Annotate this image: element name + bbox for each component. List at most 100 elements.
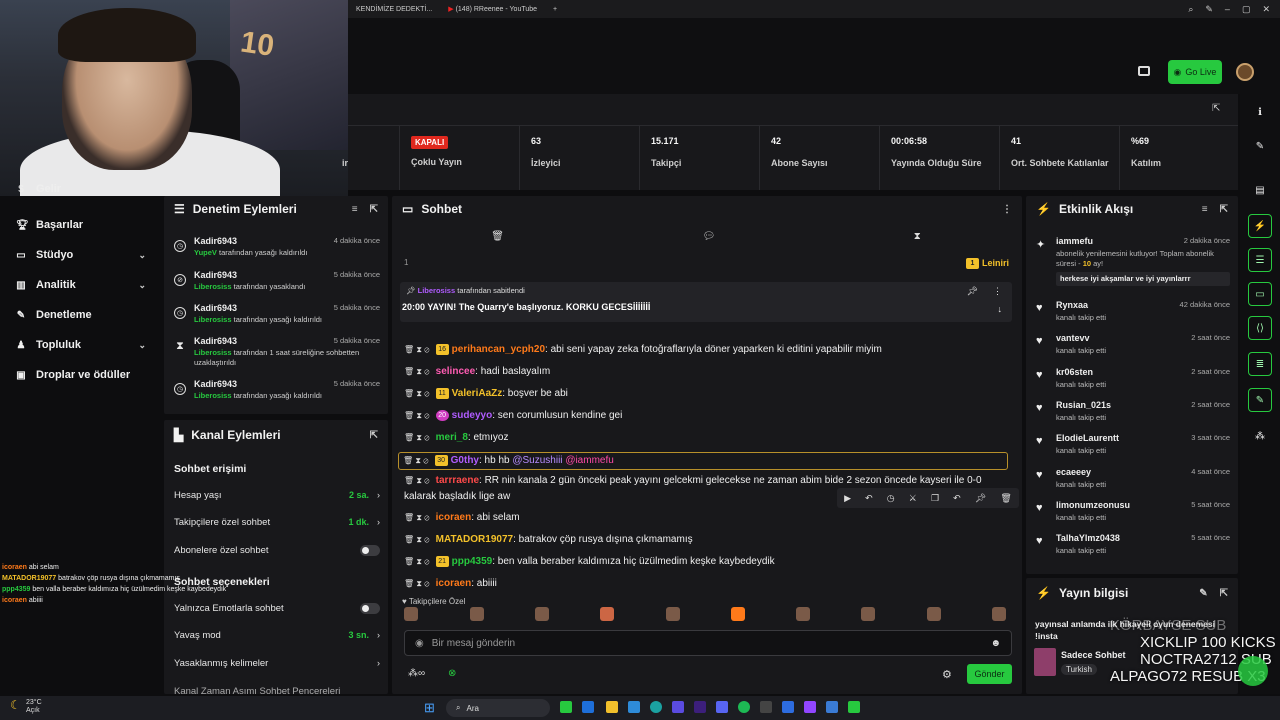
leaderboard-entry[interactable]: 1 Leiniri [966, 258, 1009, 270]
share-icon[interactable]: ⁂∞ [408, 668, 425, 679]
share-icon[interactable]: ⁂ [1248, 424, 1272, 448]
message-mod-tools[interactable]: 🗑︎ ⧗ ⊘ [404, 389, 432, 398]
taskbar-search[interactable]: ⌕ Ara [446, 699, 550, 717]
edge-icon[interactable] [650, 701, 662, 713]
app-icon[interactable] [760, 701, 772, 713]
audit-user[interactable]: Kadir6943 [194, 270, 237, 280]
audit-user[interactable]: Kadir6943 [194, 303, 237, 313]
message-mod-tools[interactable]: 🗑︎ ⧗ ⊘ [404, 345, 432, 354]
activity-user[interactable]: TalhaYlmz0438 [1056, 533, 1120, 543]
activity-user[interactable]: Rynxaa [1056, 300, 1088, 310]
more-icon[interactable]: ⋮ [993, 286, 1002, 297]
pinned-by-user[interactable]: Liberosiss [418, 286, 456, 295]
emoji-icon[interactable]: ☻ [990, 638, 1001, 649]
activity-user[interactable]: iammefu [1056, 236, 1093, 246]
avatar[interactable] [404, 607, 418, 621]
app-icon[interactable] [672, 701, 684, 713]
copy-icon[interactable]: ❐ [931, 493, 939, 504]
avatar[interactable] [731, 607, 745, 621]
list-icon[interactable]: ☰ [1248, 248, 1272, 272]
message-mod-tools[interactable]: 🗑︎ ⧗ ⊘ [403, 456, 431, 465]
browser-tab[interactable]: ▶ (148) RReenee - YouTube [440, 5, 545, 13]
avatar[interactable] [861, 607, 875, 621]
trash-icon[interactable]: 🗑︎ [1000, 493, 1011, 504]
arrow-down-icon[interactable]: ↓ [998, 304, 1003, 314]
avatar[interactable] [796, 607, 810, 621]
expand-icon[interactable]: ⇱ [370, 430, 378, 441]
emote-only-toggle[interactable] [360, 602, 380, 614]
chat-username[interactable]: perihancan_ycph20 [452, 344, 545, 355]
chat-input[interactable]: ◉ Bir mesaj gönderin ☻ [404, 630, 1012, 656]
close-icon[interactable]: ✕ [1262, 4, 1270, 15]
speech-icon[interactable]: 💬︎ [702, 231, 715, 242]
edit-icon[interactable]: ✎ [1248, 134, 1272, 158]
weather-widget[interactable]: 23°C Açık [26, 699, 42, 715]
chat-username[interactable]: selincee [436, 366, 475, 377]
chat-mention[interactable]: @iammefu [565, 455, 614, 466]
chat-username[interactable]: icoraen [436, 578, 472, 589]
chat-username[interactable]: sudeyyo [452, 410, 493, 421]
info-icon[interactable]: ℹ [1248, 100, 1272, 124]
weather-icon[interactable]: ☾ [10, 698, 21, 712]
spotify-icon[interactable] [738, 701, 750, 713]
audit-actor[interactable]: Liberosiss [194, 348, 232, 357]
slow-mode-row[interactable]: Yavaş mod 3 sn. › [174, 625, 380, 645]
task-view-icon[interactable] [582, 701, 594, 713]
activity-user[interactable]: Rusian_021s [1056, 400, 1111, 410]
avatar[interactable] [470, 607, 484, 621]
chat-username[interactable]: tarrraene [436, 475, 479, 486]
message-mod-tools[interactable]: 🗑︎ ⧗ ⊘ [404, 411, 432, 420]
expand-icon[interactable]: ⇱ [1220, 588, 1228, 599]
message-mod-tools[interactable]: 🗑︎ ⧗ ⊘ [404, 535, 432, 544]
expand-icon[interactable]: ⇱ [1212, 103, 1220, 114]
audit-user[interactable]: Kadir6943 [194, 236, 237, 246]
chat-username[interactable]: G0thy [451, 455, 479, 466]
sidebar-item-achievements[interactable]: 🏆︎ Başarılar [0, 210, 162, 240]
avatar[interactable] [1236, 63, 1254, 81]
message-mod-tools[interactable]: 🗑︎ ⧗ ⊘ [404, 433, 432, 442]
xbox-icon[interactable] [560, 701, 572, 713]
play-icon[interactable]: ▶ [844, 493, 851, 504]
clock-icon[interactable]: ◷ [887, 493, 895, 504]
maximize-icon[interactable]: ▢ [1242, 4, 1251, 15]
premiere-icon[interactable] [694, 701, 706, 713]
chat-username[interactable]: icoraen [436, 512, 472, 523]
chat-username[interactable]: meri_8 [436, 432, 468, 443]
cut-row[interactable]: Kanal Zaman Aşımı Sohbet Pencereleri [174, 681, 380, 695]
stream-tag[interactable]: Turkish [1061, 664, 1097, 675]
more-icon[interactable]: ⋮ [1002, 204, 1012, 215]
layout-icon[interactable]: ▤ [1248, 178, 1272, 202]
sidebar-item-partial[interactable]: $ Gelir [0, 183, 162, 195]
audit-actor[interactable]: Liberosiss [194, 282, 232, 291]
extensions-icon[interactable]: ✎ [1205, 4, 1213, 15]
avatar[interactable] [666, 607, 680, 621]
sidebar-item-studio[interactable]: ▭ Stüdyo ⌄ [0, 240, 162, 270]
search-icon[interactable]: ⌕ [1188, 4, 1193, 15]
new-tab-button[interactable]: + [545, 6, 565, 13]
minimize-icon[interactable]: – [1225, 4, 1230, 15]
hourglass-icon[interactable]: ⧗ [914, 231, 921, 242]
gear-icon[interactable]: ⚙ [942, 668, 952, 681]
message-mod-tools[interactable]: 🗑︎ ⧗ ⊘ [404, 579, 432, 588]
undo-icon[interactable]: ↶ [953, 493, 961, 504]
send-button[interactable]: Gönder [967, 664, 1012, 684]
chat-username[interactable]: MATADOR19077 [436, 534, 513, 545]
file-explorer-icon[interactable] [606, 701, 618, 713]
windows-start-icon[interactable]: ⊞ [424, 700, 435, 716]
audit-user[interactable]: Kadir6943 [194, 379, 237, 389]
message-mod-tools[interactable]: 🗑︎ ⧗ ⊘ [404, 476, 432, 485]
expand-icon[interactable]: ⇱ [370, 204, 378, 215]
avatar[interactable] [927, 607, 941, 621]
activity-user[interactable]: ElodieLaurentt [1056, 433, 1119, 443]
stack-icon[interactable]: ≣ [1248, 352, 1272, 376]
kick-icon[interactable]: ⊗ [448, 668, 456, 679]
activity-user[interactable]: vantevv [1056, 333, 1090, 343]
filter-icon[interactable]: ≡ [352, 204, 358, 215]
activity-user[interactable]: kr06sten [1056, 367, 1093, 377]
followers-only-row[interactable]: Takipçilere özel sohbet 1 dk. › [174, 512, 380, 532]
sword-icon[interactable]: ⚔ [909, 493, 917, 504]
expand-icon[interactable]: ⇱ [1220, 204, 1228, 215]
chat-icon[interactable]: ▭ [1248, 282, 1272, 306]
sidebar-item-drops[interactable]: ▣ Droplar ve ödüller [0, 360, 162, 390]
category-thumbnail[interactable] [1034, 648, 1056, 676]
